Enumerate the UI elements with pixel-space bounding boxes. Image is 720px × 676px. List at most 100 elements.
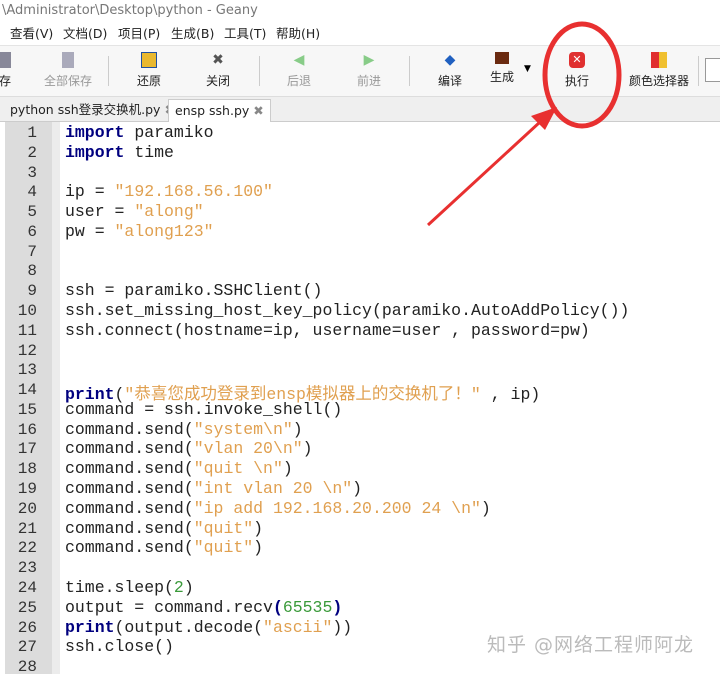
code-token: ssh.connect(hostname=ip, username=user ,… bbox=[65, 320, 590, 340]
line-number: 28 bbox=[17, 658, 37, 676]
code-line: import time bbox=[65, 143, 174, 162]
code-line: ssh = paramiko.SSHClient() bbox=[65, 281, 322, 300]
menu-help[interactable]: 帮助(H) bbox=[276, 22, 320, 46]
back-label: 后退 bbox=[286, 74, 311, 88]
code-token: (output.decode( bbox=[114, 617, 264, 637]
code-editor[interactable]: 1 import paramiko 2 import time 3 4 ip = "192.… bbox=[0, 122, 720, 676]
code-line: user = "along" bbox=[65, 202, 204, 221]
line-number: 6 bbox=[27, 222, 37, 241]
code-line: command.send("quit \n") bbox=[65, 459, 293, 478]
menu-build[interactable]: 生成(B) bbox=[171, 22, 214, 46]
code-token: "quit \n" bbox=[193, 459, 283, 479]
line-number: 23 bbox=[17, 559, 37, 578]
line-number: 27 bbox=[17, 638, 37, 657]
close-tab-icon[interactable]: ✖ bbox=[253, 103, 263, 118]
menu-bar: 查看(V) 文档(D) 项目(P) 生成(B) 工具(T) 帮助(H) bbox=[0, 22, 720, 44]
menu-document[interactable]: 文档(D) bbox=[63, 22, 107, 46]
save-button[interactable]: 存 bbox=[0, 50, 35, 89]
line-number: 4 bbox=[27, 183, 37, 202]
compile-button[interactable]: ◆ 编译 bbox=[420, 50, 480, 89]
forward-button[interactable]: ▶ 前进 bbox=[339, 50, 399, 89]
code-token: user = bbox=[65, 202, 135, 222]
code-token: ) bbox=[332, 597, 343, 617]
code-token: "along123" bbox=[114, 221, 214, 241]
line-number: 25 bbox=[17, 598, 37, 617]
code-token: ) bbox=[253, 518, 264, 538]
arrow-right-icon: ▶ bbox=[363, 52, 375, 68]
close-label: 关闭 bbox=[205, 74, 230, 88]
menu-project[interactable]: 项目(P) bbox=[118, 22, 160, 46]
code-token: "quit" bbox=[193, 538, 254, 558]
code-token: command.send( bbox=[65, 479, 194, 499]
code-line: ssh.close() bbox=[65, 637, 174, 656]
menu-tools[interactable]: 工具(T) bbox=[224, 22, 266, 46]
divider bbox=[108, 56, 109, 86]
code-token: ssh = paramiko.SSHClient() bbox=[65, 281, 323, 301]
code-token: command.send( bbox=[65, 459, 194, 479]
color-picker-label: 颜色选择器 bbox=[628, 74, 689, 88]
revert-button[interactable]: 还原 bbox=[119, 50, 179, 89]
tab-python-ssh[interactable]: python ssh登录交换机.py✖ bbox=[4, 99, 181, 121]
divider bbox=[409, 56, 410, 86]
watermark: 知乎 @网络工程师阿龙 bbox=[487, 634, 695, 656]
build-dropdown-icon[interactable]: ▼ bbox=[524, 64, 531, 74]
code-token: ip = bbox=[65, 182, 115, 202]
code-token: pw = bbox=[65, 221, 115, 241]
line-number: 3 bbox=[27, 163, 37, 182]
code-token: "vlan 20\n" bbox=[193, 439, 303, 459]
tab-label: ensp ssh.py bbox=[175, 103, 250, 118]
code-token: paramiko bbox=[124, 123, 214, 142]
code-line: time.sleep(2) bbox=[65, 578, 194, 597]
line-number: 16 bbox=[17, 420, 37, 439]
code-token: ( bbox=[272, 597, 283, 617]
line-number: 13 bbox=[17, 361, 37, 380]
code-token: command.send( bbox=[65, 538, 194, 558]
save-all-button[interactable]: 全部保存 bbox=[38, 50, 98, 89]
color-picker-icon bbox=[651, 52, 667, 68]
window-title: \Administrator\Desktop\python - Geany bbox=[0, 0, 720, 22]
line-number: 21 bbox=[17, 519, 37, 538]
tab-label: python ssh登录交换机.py bbox=[10, 102, 161, 117]
divider bbox=[259, 56, 260, 86]
code-line: command.send("ip add 192.168.20.200 24 \… bbox=[65, 499, 491, 518]
execute-button[interactable]: ✕ 执行 bbox=[547, 50, 607, 89]
code-token: "ascii" bbox=[263, 617, 333, 637]
code-token: command.send( bbox=[65, 498, 194, 518]
code-token: command = ssh.invoke_shell() bbox=[65, 399, 343, 419]
code-token: ssh.close() bbox=[65, 637, 174, 657]
close-button[interactable]: ✖ 关闭 bbox=[188, 50, 248, 89]
line-number: 12 bbox=[17, 341, 37, 360]
code-token: ) bbox=[302, 439, 313, 459]
code-token: , ip) bbox=[480, 385, 541, 405]
line-number: 24 bbox=[17, 578, 37, 597]
code-token: command.send( bbox=[65, 419, 194, 439]
line-number: 18 bbox=[17, 460, 37, 479]
line-number: 14 bbox=[17, 381, 37, 400]
tab-ensp-ssh[interactable]: ensp ssh.py ✖ bbox=[168, 99, 271, 122]
line-number: 5 bbox=[27, 203, 37, 222]
execute-label: 执行 bbox=[564, 74, 589, 88]
arrow-left-icon: ◀ bbox=[293, 52, 305, 68]
code-line: output = command.recv(65535) bbox=[65, 598, 342, 617]
line-number: 2 bbox=[27, 143, 37, 162]
menu-view[interactable]: 查看(V) bbox=[10, 22, 53, 46]
code-token: )) bbox=[332, 617, 353, 637]
code-line: import paramiko bbox=[65, 123, 214, 142]
code-line: command.send("int vlan 20 \n") bbox=[65, 479, 362, 498]
code-token: 65535 bbox=[282, 597, 333, 617]
color-picker-button[interactable]: 颜色选择器 bbox=[624, 50, 694, 89]
search-input[interactable] bbox=[705, 58, 720, 82]
line-number: 1 bbox=[27, 124, 37, 142]
save-label: 存 bbox=[0, 74, 11, 88]
divider bbox=[698, 56, 699, 86]
line-number: 9 bbox=[27, 282, 37, 301]
compile-icon: ◆ bbox=[444, 52, 456, 68]
build-label: 生成 bbox=[489, 70, 514, 84]
back-button[interactable]: ◀ 后退 bbox=[269, 50, 329, 89]
code-token: ) bbox=[480, 498, 491, 518]
build-button[interactable]: 生成 bbox=[472, 50, 532, 85]
line-number: 20 bbox=[17, 499, 37, 518]
code-token: "quit" bbox=[193, 518, 254, 538]
code-line: ssh.set_missing_host_key_policy(paramiko… bbox=[65, 301, 629, 320]
code-token: time bbox=[124, 142, 174, 162]
